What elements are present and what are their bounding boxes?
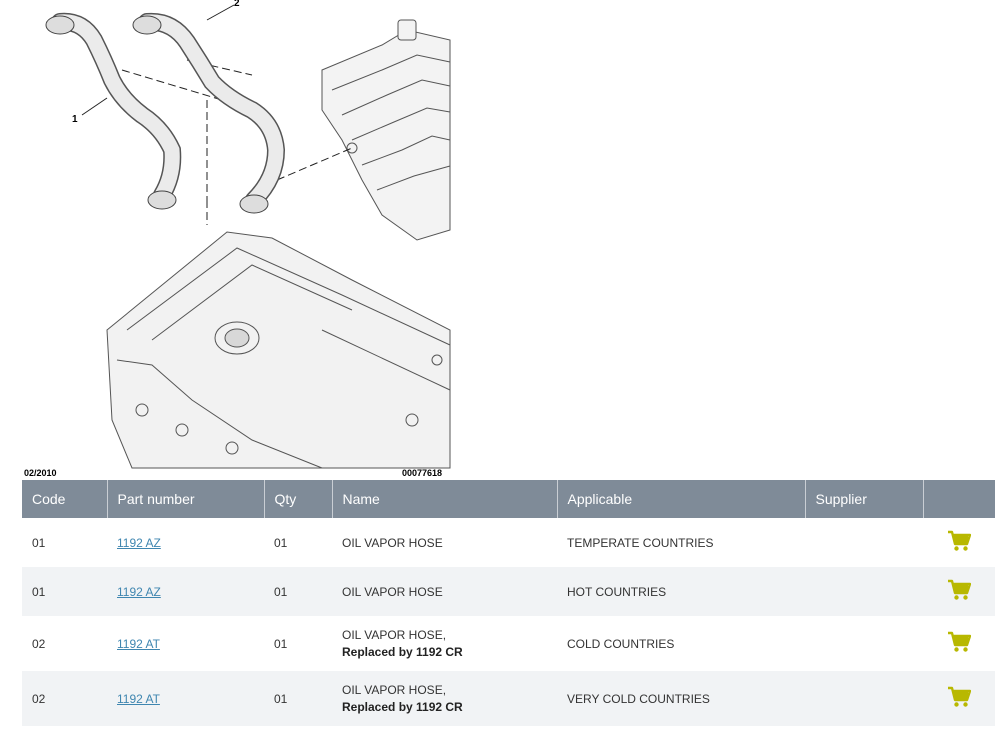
cell-code: 02 — [22, 671, 107, 726]
part-number-link[interactable]: 1192 AT — [117, 637, 160, 651]
cell-supplier — [805, 518, 923, 567]
cell-applicable: COLD COUNTRIES — [557, 616, 805, 671]
diagram-date: 02/2010 — [24, 468, 57, 478]
diagram-code: 00077618 — [402, 468, 443, 478]
parts-diagram: 1 2 02/2010 00077618 — [22, 0, 452, 480]
cell-applicable: VERY COLD COUNTRIES — [557, 671, 805, 726]
cell-part-number: 1192 AT — [107, 671, 264, 726]
shopping-cart-icon[interactable] — [947, 530, 972, 555]
cell-code: 01 — [22, 567, 107, 616]
cell-qty: 01 — [264, 616, 332, 671]
cell-supplier — [805, 616, 923, 671]
cell-part-number: 1192 AZ — [107, 518, 264, 567]
table-row: 02 1192 AT 01 OIL VAPOR HOSE, Replaced by… — [22, 671, 995, 726]
cell-code: 01 — [22, 518, 107, 567]
replacement-note: Replaced by 1192 CR — [342, 645, 463, 659]
part-name: OIL VAPOR HOSE, — [342, 628, 447, 642]
cell-applicable: HOT COUNTRIES — [557, 567, 805, 616]
callout-1: 1 — [72, 114, 78, 125]
replacement-note: Replaced by 1192 CR — [342, 700, 463, 714]
engine-hose-illustration: 1 2 — [45, 0, 451, 469]
part-number-link[interactable]: 1192 AT — [117, 692, 160, 706]
part-name: OIL VAPOR HOSE, — [342, 683, 447, 697]
table-row: 01 1192 AZ 01 OIL VAPOR HOSE HOT COUNTRI… — [22, 567, 995, 616]
cell-name: OIL VAPOR HOSE — [332, 567, 557, 616]
header-part-number: Part number — [107, 480, 265, 518]
shopping-cart-icon[interactable] — [947, 579, 972, 604]
table-row: 02 1192 AT 01 OIL VAPOR HOSE, Replaced by… — [22, 616, 995, 671]
cell-code: 02 — [22, 616, 107, 671]
cell-name: OIL VAPOR HOSE — [332, 518, 557, 567]
engine-block-drawing — [106, 231, 451, 469]
cell-applicable: TEMPERATE COUNTRIES — [557, 518, 805, 567]
cell-qty: 01 — [264, 671, 332, 726]
cell-qty: 01 — [264, 518, 332, 567]
cell-name: OIL VAPOR HOSE, Replaced by 1192 CR — [332, 671, 557, 726]
cell-part-number: 1192 AT — [107, 616, 264, 671]
table-row: 01 1192 AZ 01 OIL VAPOR HOSE TEMPERATE C… — [22, 518, 995, 567]
header-cart — [923, 480, 995, 518]
header-supplier: Supplier — [805, 480, 924, 518]
cell-cart — [923, 616, 995, 671]
part-number-link[interactable]: 1192 AZ — [117, 585, 161, 599]
shopping-cart-icon[interactable] — [947, 686, 972, 711]
cell-qty: 01 — [264, 567, 332, 616]
intake-manifold-drawing — [321, 19, 451, 241]
cell-supplier — [805, 567, 923, 616]
cell-cart — [923, 671, 995, 726]
header-qty: Qty — [264, 480, 333, 518]
header-code: Code — [22, 480, 108, 518]
callout-2: 2 — [234, 0, 240, 9]
part-number-link[interactable]: 1192 AZ — [117, 536, 161, 550]
header-name: Name — [332, 480, 558, 518]
header-applicable: Applicable — [557, 480, 806, 518]
hose-1-drawing — [45, 12, 182, 210]
table-header-row: Code Part number Qty Name Applicable Sup… — [22, 480, 995, 518]
cell-cart — [923, 518, 995, 567]
cell-supplier — [805, 671, 923, 726]
shopping-cart-icon[interactable] — [947, 631, 972, 656]
cell-name: OIL VAPOR HOSE, Replaced by 1192 CR — [332, 616, 557, 671]
part-name: OIL VAPOR HOSE — [342, 584, 443, 599]
parts-table: Code Part number Qty Name Applicable Sup… — [22, 480, 995, 726]
cell-cart — [923, 567, 995, 616]
part-name: OIL VAPOR HOSE — [342, 535, 443, 550]
cell-part-number: 1192 AZ — [107, 567, 264, 616]
